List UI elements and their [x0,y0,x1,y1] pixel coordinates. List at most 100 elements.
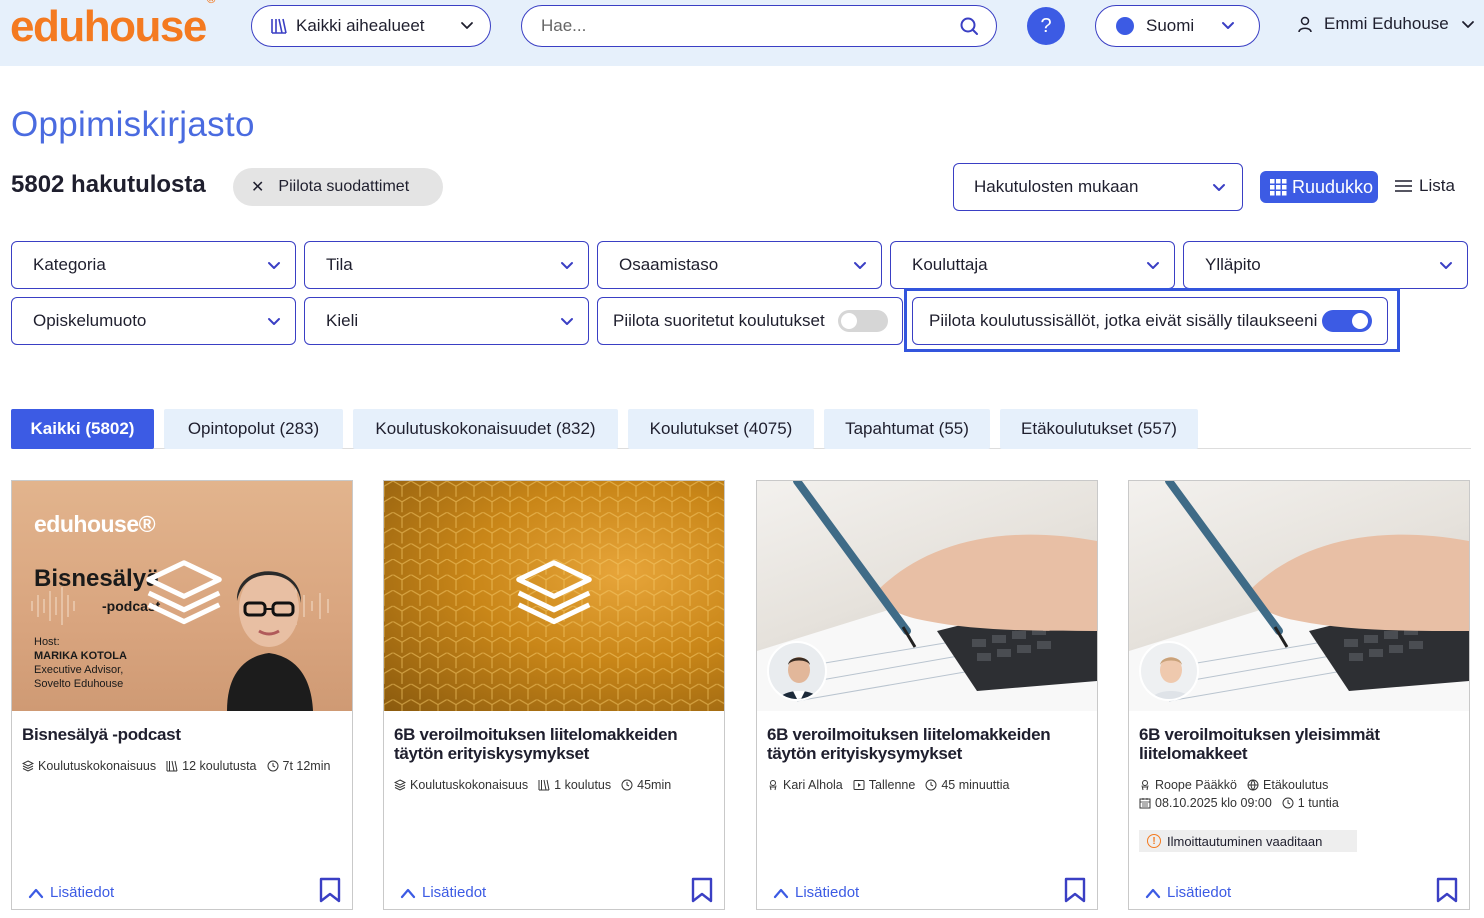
filter-tila[interactable]: Tila [304,241,589,289]
card-meta: Roope Pääkkö Etäkoulutus [1139,778,1328,792]
bookmark-icon[interactable] [1436,877,1458,903]
grid-view-button[interactable]: Ruudukko [1260,171,1378,203]
card-title[interactable]: 6B veroilmoituksen liitelomakkeiden täyt… [767,725,1087,763]
tab-koulutukset[interactable]: Koulutukset (4075) [628,409,814,449]
filter-kategoria[interactable]: Kategoria [11,241,296,289]
chevron-up-icon [1145,887,1161,899]
filter-label: Ylläpito [1205,255,1261,274]
host-company: Sovelto Eduhouse [34,678,124,690]
card-meta: Koulutuskokonaisuus 12 koulutusta 7t 12m… [22,759,330,773]
card-image-host: Host: MARIKA KOTOLA Executive Advisor, S… [34,635,127,691]
card-title[interactable]: 6B veroilmoituksen yleisimmät liitelomak… [1139,725,1459,763]
clock-icon [621,779,633,791]
topics-dropdown[interactable]: Kaikki aihealueet [251,5,491,47]
chevron-down-icon [1461,17,1475,31]
top-bar: eduhouse® Kaikki aihealueet ? Suomi Emmi… [0,0,1484,66]
search-bar [521,5,997,47]
list-view-label: Lista [1419,176,1455,195]
course-card[interactable]: eduhouse® Bisnesälyä -podcast Host: MARI… [11,480,353,910]
filter-label: Osaamistaso [619,255,719,274]
hide-completed-toggle-row: Piilota suoritetut koulutukset [597,297,903,345]
card-image-logo: eduhouse® [34,511,156,537]
bookmark-icon[interactable] [319,877,341,903]
calendar-icon [1139,797,1151,809]
sort-dropdown[interactable]: Hakutulosten mukaan [953,163,1243,211]
clock-icon [267,760,279,772]
bookmark-icon[interactable] [691,877,713,903]
recording-icon [853,779,865,791]
grid-view-label: Ruudukko [1292,176,1374,197]
filter-osaamistaso[interactable]: Osaamistaso [597,241,882,289]
tab-opintopolut[interactable]: Opintopolut (283) [164,409,343,449]
logo[interactable]: eduhouse® [10,0,216,52]
collection-stack-icon [142,559,226,627]
filter-label: Kouluttaja [912,255,988,274]
list-icon [1395,180,1412,192]
books-icon [271,18,287,34]
tab-tapahtumat[interactable]: Tapahtumat (55) [824,409,990,449]
hide-completed-toggle[interactable] [838,310,888,332]
trainer-avatar [767,641,827,701]
more-info-link[interactable]: Lisätiedot [28,884,114,901]
tab-etakoulutukset[interactable]: Etäkoulutukset (557) [1000,409,1198,449]
page-title: Oppimiskirjasto [11,105,255,144]
card-image [757,481,1097,711]
chevron-down-icon [1146,258,1160,272]
filter-opiskelumuoto[interactable]: Opiskelumuoto [11,297,296,345]
clock-icon [925,779,937,791]
trainer-icon [1139,779,1151,791]
tab-koulutuskokonaisuudet[interactable]: Koulutuskokonaisuudet (832) [353,409,618,449]
course-card[interactable]: 6B veroilmoituksen liitelomakkeiden täyt… [756,480,1098,910]
user-menu[interactable]: Emmi Eduhouse [1296,14,1475,34]
search-icon[interactable] [958,16,980,38]
filter-yllapito[interactable]: Ylläpito [1183,241,1468,289]
layers-icon [394,779,406,791]
globe-icon [1116,17,1134,35]
more-info-link[interactable]: Lisätiedot [1145,884,1231,901]
hide-filters-button[interactable]: ✕ Piilota suodattimet [233,168,443,206]
course-card[interactable]: 6B veroilmoituksen yleisimmät liitelomak… [1128,480,1470,910]
layers-icon [22,760,34,772]
filter-label: Kieli [326,311,359,330]
globe-icon [1247,779,1259,791]
chevron-down-icon [560,258,574,272]
highlight-frame [904,288,1400,352]
more-info-link[interactable]: Lisätiedot [773,884,859,901]
card-title[interactable]: 6B veroilmoituksen liitelomakkeiden täyt… [394,725,714,763]
chevron-down-icon [267,314,281,328]
host-label: Host: [34,636,60,648]
filter-label: Tila [326,255,353,274]
tab-kaikki[interactable]: Kaikki (5802) [11,409,154,449]
search-input[interactable] [541,16,941,36]
topics-label: Kaikki aihealueet [296,16,425,35]
bookmark-icon[interactable] [1064,877,1086,903]
card-image [1129,481,1469,711]
warning-icon: ! [1147,834,1161,848]
books-icon [166,760,178,772]
chevron-down-icon [1221,18,1235,32]
sort-label: Hakutulosten mukaan [974,177,1139,196]
card-title[interactable]: Bisnesälyä -podcast [22,725,342,744]
list-view-button[interactable]: Lista [1395,176,1455,196]
filter-kouluttaja[interactable]: Kouluttaja [890,241,1175,289]
hide-filters-label: Piilota suodattimet [278,178,410,195]
help-button[interactable]: ? [1027,7,1065,45]
course-card[interactable]: 6B veroilmoituksen liitelomakkeiden täyt… [383,480,725,910]
card-meta: Koulutuskokonaisuus 1 koulutus 45min [394,778,671,792]
trainer-icon [767,779,779,791]
card-image: eduhouse® Bisnesälyä -podcast Host: MARI… [12,481,352,711]
results-count: 5802 hakutulosta [11,171,206,198]
help-icon: ? [1040,14,1052,37]
chevron-up-icon [28,887,44,899]
filter-kieli[interactable]: Kieli [304,297,589,345]
language-dropdown[interactable]: Suomi [1095,5,1260,47]
chevron-down-icon [560,314,574,328]
user-name: Emmi Eduhouse [1324,14,1449,33]
filter-label: Opiskelumuoto [33,311,147,330]
chevron-down-icon [460,18,474,32]
card-image [384,481,724,711]
card-meta-date: 08.10.2025 klo 09:00 1 tuntia [1139,796,1339,810]
more-info-link[interactable]: Lisätiedot [400,884,486,901]
close-icon: ✕ [251,179,265,196]
books-icon [538,779,550,791]
